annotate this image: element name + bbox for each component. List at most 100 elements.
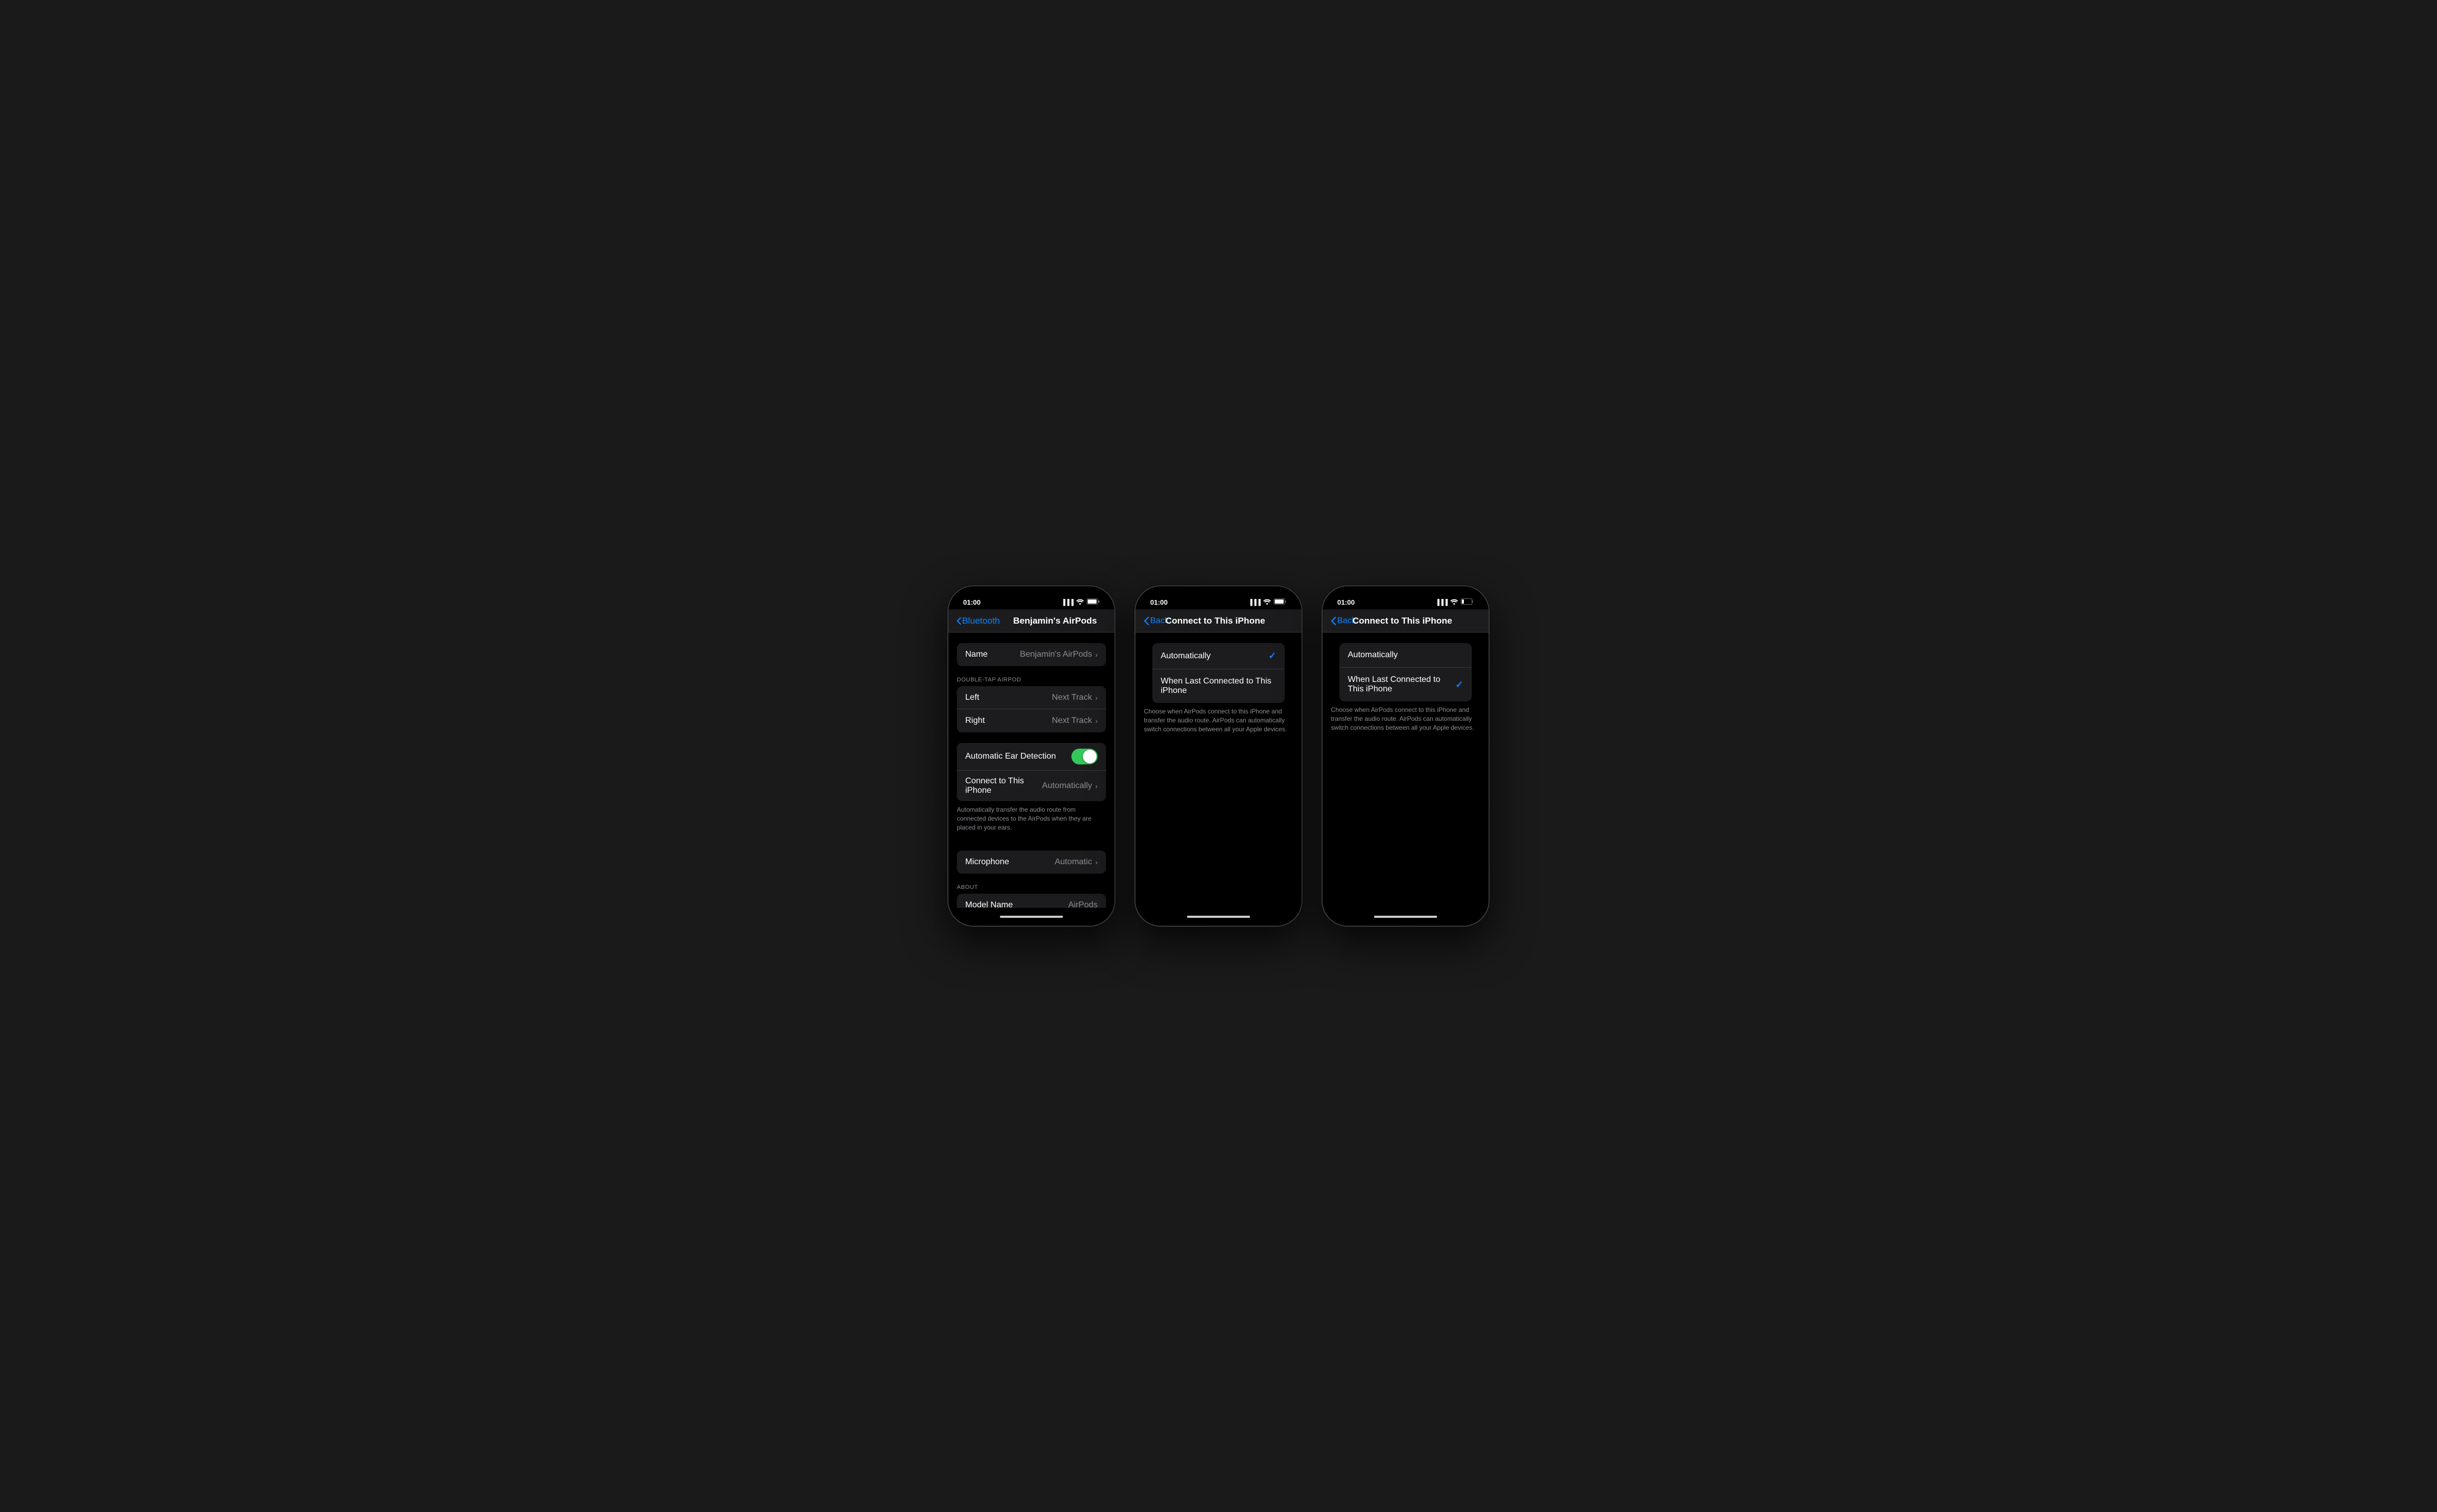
left-item[interactable]: Left Next Track › xyxy=(957,686,1106,709)
microphone-label: Microphone xyxy=(965,857,1009,867)
connect-group-3: Automatically When Last Connected to Thi… xyxy=(1331,643,1480,701)
signal-icon: ▐▐▐ xyxy=(1061,599,1073,606)
automatically-item-3[interactable]: Automatically xyxy=(1339,643,1472,668)
nav-title-1: Benjamin's AirPods xyxy=(1004,616,1106,626)
microphone-section: Microphone Automatic › xyxy=(948,851,1114,874)
ear-detection-label: Automatic Ear Detection xyxy=(965,752,1056,761)
connect-iphone-value-container: Automatically › xyxy=(1042,781,1098,791)
connect-desc-2: Choose when AirPods connect to this iPho… xyxy=(1135,703,1302,742)
connect-iphone-value: Automatically xyxy=(1042,781,1092,791)
status-icons-3: ▐▐▐ xyxy=(1436,598,1474,606)
microphone-value-container: Automatic › xyxy=(1055,857,1098,867)
ear-detection-toggle[interactable] xyxy=(1071,749,1098,764)
nav-title-3: Connect to This iPhone xyxy=(1325,616,1480,626)
connect-iphone-item[interactable]: Connect to This iPhone Automatically › xyxy=(957,771,1106,801)
notch-1 xyxy=(997,586,1066,601)
double-tap-section: DOUBLE-TAP AIRPOD Left Next Track › Righ… xyxy=(948,677,1114,732)
ear-detection-note: Automatically transfer the audio route f… xyxy=(948,801,1114,840)
screen-1: 01:00 ▐▐▐ xyxy=(948,586,1114,926)
about-group: Model Name AirPods Model Number A2031 Se… xyxy=(957,894,1106,908)
wifi-icon-2 xyxy=(1263,599,1271,606)
automatically-label-2: Automatically xyxy=(1161,651,1211,661)
back-bluetooth[interactable]: Bluetooth xyxy=(957,616,1000,626)
content-1: Name Benjamin's AirPods › DOUBLE-TAP AIR… xyxy=(948,633,1114,908)
automatically-item-2[interactable]: Automatically ✓ xyxy=(1152,643,1285,669)
battery-icon xyxy=(1087,598,1100,606)
wifi-icon-3 xyxy=(1450,599,1458,606)
when-last-label-2: When Last Connected to This iPhone xyxy=(1161,677,1276,696)
battery-icon-2 xyxy=(1274,598,1287,606)
home-bar-3 xyxy=(1374,916,1437,918)
content-2: Automatically ✓ When Last Connected to T… xyxy=(1135,633,1302,908)
status-time-2: 01:00 xyxy=(1150,598,1168,606)
home-bar-2 xyxy=(1187,916,1250,918)
automatically-label-3: Automatically xyxy=(1348,650,1398,660)
status-icons-1: ▐▐▐ xyxy=(1061,598,1100,606)
nav-bar-1: Bluetooth Benjamin's AirPods xyxy=(948,609,1114,633)
status-icons-2: ▐▐▐ xyxy=(1248,598,1287,606)
phone-3: 01:00 ▐▐▐ xyxy=(1321,585,1490,927)
status-time-3: 01:00 xyxy=(1337,598,1355,606)
left-value: Next Track xyxy=(1052,693,1092,702)
nav-bar-3: Back Connect to This iPhone xyxy=(1323,609,1489,633)
battery-icon-3 xyxy=(1461,598,1474,606)
ear-detection-item[interactable]: Automatic Ear Detection xyxy=(957,743,1106,771)
automatically-check-2: ✓ xyxy=(1268,650,1276,661)
right-value: Next Track xyxy=(1052,716,1092,726)
phone-1: 01:00 ▐▐▐ xyxy=(947,585,1116,927)
signal-icon-2: ▐▐▐ xyxy=(1248,599,1261,606)
home-indicator-2 xyxy=(1135,908,1302,926)
connect-iphone-label: Connect to This iPhone xyxy=(965,776,1042,795)
connect-list-3: Automatically When Last Connected to Thi… xyxy=(1339,643,1472,701)
nav-title-2: Connect to This iPhone xyxy=(1138,616,1293,626)
name-item[interactable]: Name Benjamin's AirPods › xyxy=(957,643,1106,666)
right-chevron: › xyxy=(1095,717,1098,725)
name-group: Name Benjamin's AirPods › xyxy=(957,643,1106,666)
right-value-container: Next Track › xyxy=(1052,716,1098,726)
name-section: Name Benjamin's AirPods › xyxy=(948,643,1114,666)
left-chevron: › xyxy=(1095,693,1098,702)
screen-3: 01:00 ▐▐▐ xyxy=(1323,586,1489,926)
microphone-group: Microphone Automatic › xyxy=(957,851,1106,874)
microphone-chevron: › xyxy=(1095,858,1098,866)
model-name-label: Model Name xyxy=(965,900,1013,908)
status-time-1: 01:00 xyxy=(963,598,980,606)
right-item[interactable]: Right Next Track › xyxy=(957,709,1106,732)
notch-3 xyxy=(1371,586,1440,601)
wifi-icon xyxy=(1076,599,1084,606)
microphone-item[interactable]: Microphone Automatic › xyxy=(957,851,1106,874)
home-indicator-1 xyxy=(948,908,1114,926)
phone-2: 01:00 ▐▐▐ xyxy=(1134,585,1303,927)
home-bar-1 xyxy=(1000,916,1063,918)
phones-container: 01:00 ▐▐▐ xyxy=(947,585,1490,927)
left-value-container: Next Track › xyxy=(1052,693,1098,702)
when-last-item-2[interactable]: When Last Connected to This iPhone xyxy=(1152,669,1285,703)
toggle-thumb xyxy=(1083,750,1097,763)
name-value: Benjamin's AirPods xyxy=(1020,650,1092,659)
connect-iphone-chevron: › xyxy=(1095,782,1098,790)
connect-desc-3: Choose when AirPods connect to this iPho… xyxy=(1323,701,1489,740)
ear-detection-group: Automatic Ear Detection Connect to This … xyxy=(957,743,1106,801)
double-tap-label: DOUBLE-TAP AIRPOD xyxy=(948,677,1114,683)
connect-group-2: Automatically ✓ When Last Connected to T… xyxy=(1144,643,1293,703)
ear-detection-section: Automatic Ear Detection Connect to This … xyxy=(948,743,1114,840)
right-label: Right xyxy=(965,716,985,726)
model-name-value: AirPods xyxy=(1068,900,1098,908)
left-label: Left xyxy=(965,693,979,702)
about-label: ABOUT xyxy=(948,884,1114,890)
notch-2 xyxy=(1184,586,1253,601)
screen-2: 01:00 ▐▐▐ xyxy=(1135,586,1302,926)
connect-list-2: Automatically ✓ When Last Connected to T… xyxy=(1152,643,1285,703)
name-chevron: › xyxy=(1095,650,1098,659)
when-last-item-3[interactable]: When Last Connected to This iPhone ✓ xyxy=(1339,668,1472,701)
nav-bar-2: Back Connect to This iPhone xyxy=(1135,609,1302,633)
signal-icon-3: ▐▐▐ xyxy=(1436,599,1448,606)
name-label: Name xyxy=(965,650,988,659)
name-value-container: Benjamin's AirPods › xyxy=(1020,650,1098,659)
microphone-value: Automatic xyxy=(1055,857,1092,867)
model-name-item: Model Name AirPods xyxy=(957,894,1106,908)
home-indicator-3 xyxy=(1323,908,1489,926)
when-last-check-3: ✓ xyxy=(1455,679,1463,690)
back-label-1: Bluetooth xyxy=(962,616,1000,626)
double-tap-group: Left Next Track › Right Next Track › xyxy=(957,686,1106,732)
